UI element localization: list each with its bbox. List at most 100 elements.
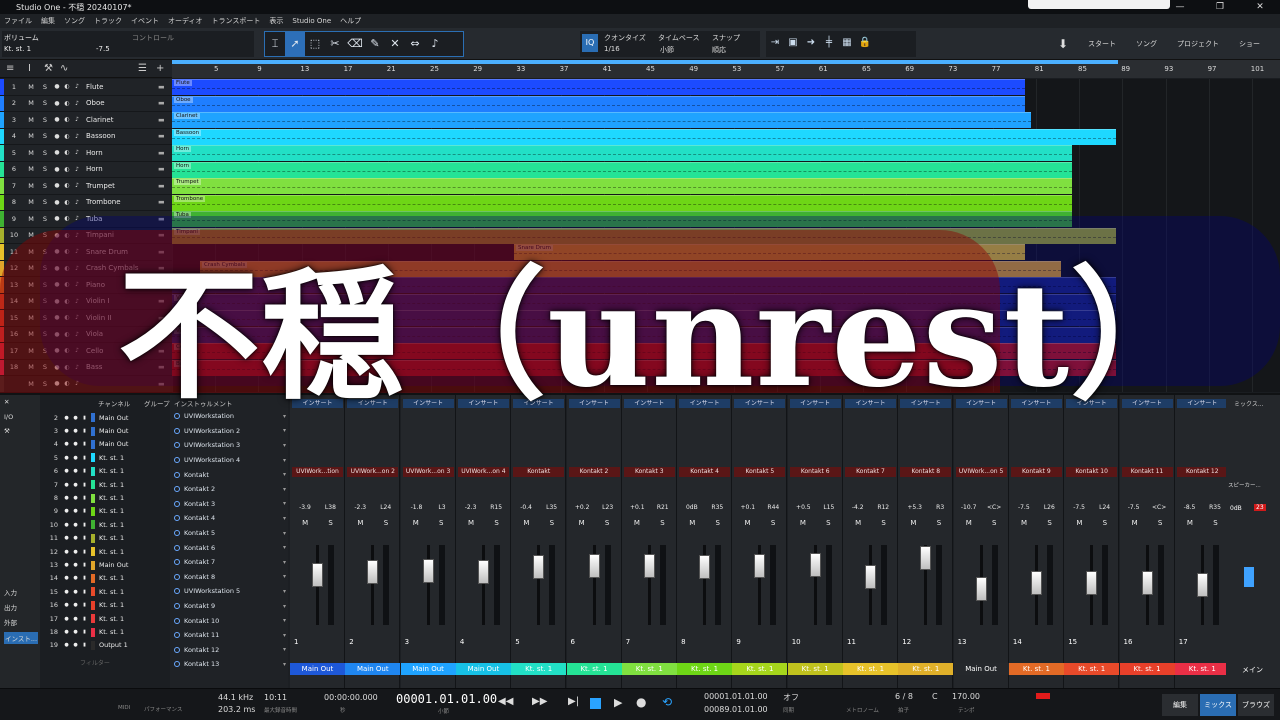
wrench-icon[interactable]: ⚒ [4, 427, 10, 435]
menu-item[interactable]: ヘルプ [340, 16, 361, 26]
record-icon[interactable]: ● [71, 508, 80, 514]
chevron-down-icon[interactable]: ▾ [283, 588, 286, 595]
record-arm-icon[interactable]: ● [52, 83, 62, 90]
grid-icon[interactable]: ╪ [820, 31, 838, 55]
solo-button[interactable]: S [1047, 519, 1051, 527]
arrow-down-icon[interactable]: ⬇ [1058, 37, 1068, 51]
instrument-row[interactable]: Kontakt 10 ▾ [174, 613, 286, 628]
strip-pan[interactable]: L35 [546, 504, 557, 511]
track-menu-icon[interactable]: ▬ [158, 182, 172, 190]
mute-button[interactable]: M [468, 519, 474, 527]
record-icon[interactable]: ● [71, 468, 80, 474]
monitor-icon[interactable]: ◐ [62, 83, 72, 90]
minimize-icon[interactable]: — [1160, 0, 1200, 14]
solo-button[interactable]: S [992, 519, 996, 527]
output-tab[interactable]: 出力 [4, 602, 17, 612]
track-menu-icon[interactable]: ▬ [158, 83, 172, 91]
edit-button[interactable]: 編集 [1162, 694, 1198, 716]
arrow-tool-icon[interactable]: ➚ [285, 32, 305, 56]
channel-list-row[interactable]: 8 ● ● ▮ Kt. st. 1 [40, 491, 170, 504]
mute-button[interactable]: M [24, 132, 38, 140]
track-menu-icon[interactable]: ▬ [158, 149, 172, 157]
solo-button[interactable]: S [38, 215, 52, 223]
track-name[interactable]: Trumpet [86, 182, 158, 190]
volume-value[interactable]: -7.5 [96, 45, 110, 53]
visible-icon[interactable]: ● [62, 642, 71, 648]
automation-icon[interactable]: ∿ [60, 63, 68, 74]
menu-item[interactable]: トラック [94, 16, 122, 26]
chevron-down-icon[interactable]: ▾ [283, 646, 286, 653]
volume-fader[interactable] [422, 558, 434, 583]
visible-icon[interactable]: ● [62, 428, 71, 434]
loop-left[interactable]: 00001.01.01.00 [704, 692, 768, 701]
strip-output[interactable]: Main Out [455, 663, 511, 675]
rewind-icon[interactable]: ◀◀ [498, 696, 513, 707]
mute-button[interactable]: M [24, 182, 38, 190]
chevron-down-icon[interactable]: ▾ [283, 573, 286, 580]
strip-pan[interactable]: <C> [987, 504, 1001, 511]
volume-fader[interactable] [477, 560, 489, 585]
visible-icon[interactable]: ● [62, 482, 71, 488]
channel-list-row[interactable]: 13 ● ● ▮ Main Out [40, 558, 170, 571]
solo-button[interactable]: S [494, 519, 498, 527]
strip-pan[interactable]: <C> [1152, 504, 1166, 511]
record-arm-icon[interactable]: ● [52, 182, 62, 189]
mute-button[interactable]: M [579, 519, 585, 527]
mute-button[interactable]: M [413, 519, 419, 527]
instrument-icon[interactable]: ♪ [72, 149, 82, 156]
timebase-select[interactable]: 小節 [660, 45, 674, 55]
solo-button[interactable]: S [1213, 519, 1217, 527]
visible-icon[interactable]: ● [62, 535, 71, 541]
mute-button[interactable]: M [966, 519, 972, 527]
mute-button[interactable]: M [1132, 519, 1138, 527]
channel-list-row[interactable]: 10 ● ● ▮ Kt. st. 1 [40, 518, 170, 531]
record-icon[interactable]: ● [71, 522, 80, 528]
strip-instrument[interactable]: Kontakt 7 [845, 467, 896, 477]
strip-instrument[interactable]: Kontakt 12 [1176, 467, 1228, 477]
timeline-ruler[interactable]: 5 9 13 17 21 25 29 33 37 41 45 49 53 57 61 65 69 73 77 81 85… [172, 60, 1280, 78]
clip[interactable]: Horn [172, 145, 1072, 161]
record-icon[interactable]: ● [71, 562, 80, 568]
strip-output[interactable]: Kt. st. 1 [621, 663, 677, 675]
instrument-row[interactable]: Kontakt 11 ▾ [174, 628, 286, 643]
track-row[interactable]: 2 M S ● ◐ ♪ Oboe ▬ [0, 95, 172, 112]
record-icon[interactable]: ● [71, 415, 80, 421]
track-name[interactable]: Flute [86, 83, 158, 91]
solo-button[interactable]: S [881, 519, 885, 527]
eraser-tool-icon[interactable]: ⌫ [345, 32, 365, 56]
track-row[interactable]: 7 M S ● ◐ ♪ Trumpet ▬ [0, 178, 172, 195]
snap-toggle-icon[interactable]: ⇥ [766, 31, 784, 55]
monitor-icon[interactable]: ◐ [62, 166, 72, 173]
strip-pan[interactable]: R35 [1209, 504, 1221, 511]
paint-tool-icon[interactable]: ✎ [365, 32, 385, 56]
strip-output[interactable]: Main Out [345, 663, 401, 675]
strip-instrument[interactable]: UVIWork...on 2 [347, 467, 399, 477]
maximize-icon[interactable]: ❐ [1200, 0, 1240, 14]
visible-icon[interactable]: ● [62, 415, 71, 421]
volume-fader[interactable] [809, 553, 821, 577]
monitor-icon[interactable]: ◐ [62, 199, 72, 206]
key[interactable]: C [932, 692, 938, 701]
mute-button[interactable]: M [1076, 519, 1082, 527]
visible-icon[interactable]: ● [62, 575, 71, 581]
instrument-row[interactable]: Kontakt 5 ▾ [174, 526, 286, 541]
instrument-row[interactable]: Kontakt 12 ▾ [174, 643, 286, 658]
volume-fader[interactable] [1196, 573, 1208, 597]
instrument-row[interactable]: UVIWorkstation 5 ▾ [174, 584, 286, 599]
record-arm-icon[interactable]: ● [52, 133, 62, 140]
volume-fader[interactable] [533, 555, 545, 580]
record-arm-icon[interactable]: ● [52, 199, 62, 206]
volume-fader[interactable] [1086, 571, 1098, 596]
lock-icon[interactable]: 🔒 [856, 31, 874, 55]
menu-item[interactable]: 表示 [269, 16, 283, 26]
close-icon[interactable]: ✕ [1240, 0, 1280, 14]
strip-pan[interactable]: L24 [1099, 504, 1110, 511]
mute-button[interactable]: M [800, 519, 806, 527]
channel-list-row[interactable]: 6 ● ● ▮ Kt. st. 1 [40, 465, 170, 478]
track-row[interactable]: 5 M S ● ◐ ♪ Horn ▬ [0, 145, 172, 162]
loop-right[interactable]: 00089.01.01.00 [704, 705, 768, 714]
clip[interactable]: Trumpet [172, 178, 1072, 194]
channel-list-row[interactable]: 16 ● ● ▮ Kt. st. 1 [40, 599, 170, 612]
position-display[interactable]: 00001.01.01.00 [396, 692, 497, 706]
track-name[interactable]: Bassoon [86, 132, 158, 140]
